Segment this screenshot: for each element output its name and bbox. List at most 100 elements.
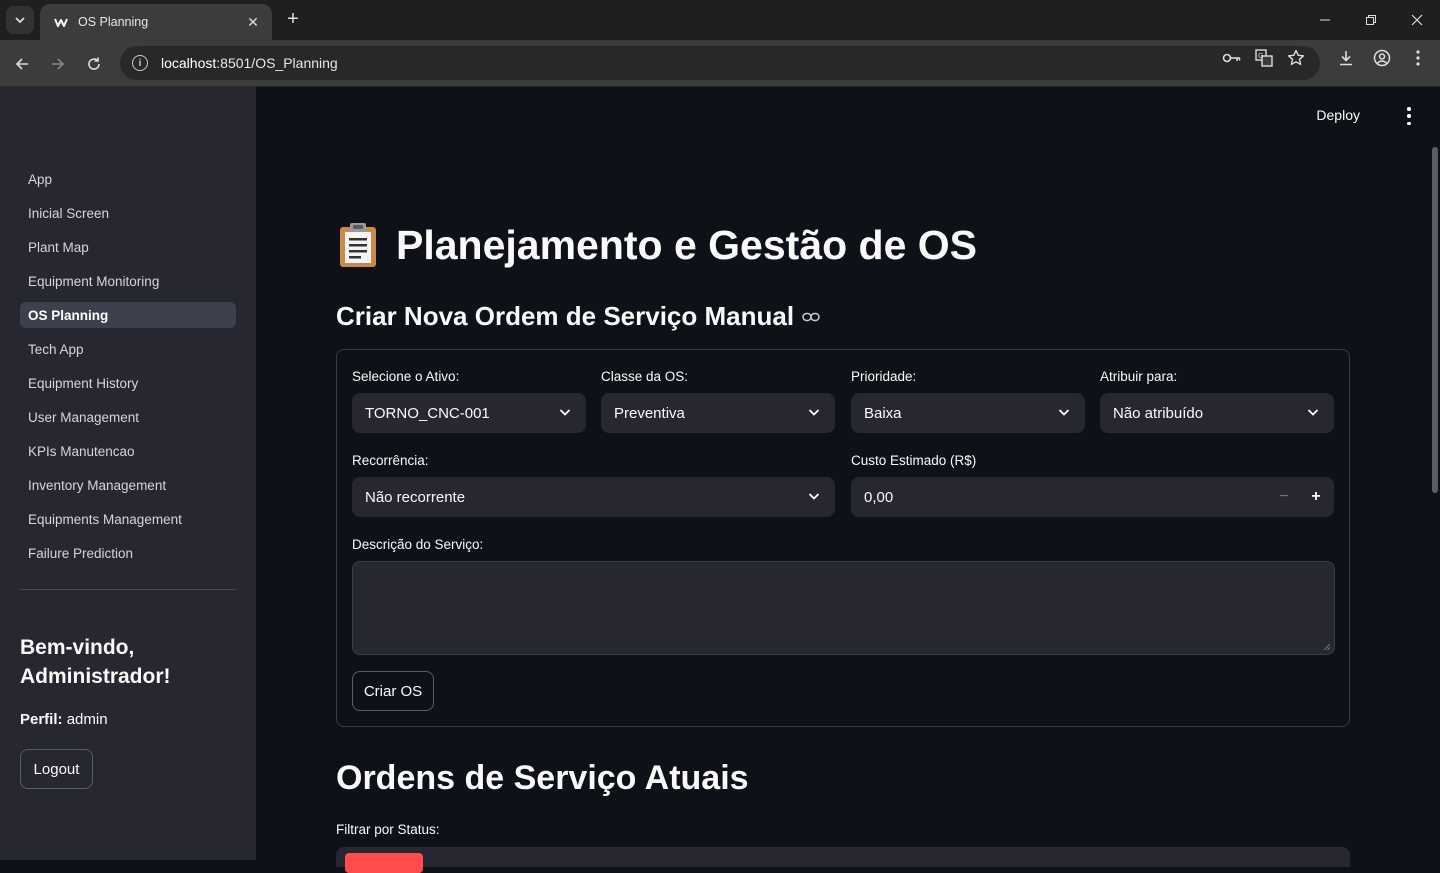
sidebar-item-label: Tech App [28, 341, 84, 357]
status-filter-label: Filtrar por Status: [336, 822, 440, 837]
chevron-down-icon [808, 409, 820, 416]
browser-toolbar: i localhost:8501/OS_Planning G [0, 40, 1440, 87]
sidebar-item-failure-prediction[interactable]: Failure Prediction [20, 540, 236, 566]
browser-menu-icon[interactable] [1408, 48, 1428, 68]
browser-tab[interactable]: OS Planning ✕ [40, 4, 272, 40]
download-icon[interactable] [1336, 48, 1356, 68]
url-text: localhost:8501/OS_Planning [161, 55, 338, 71]
sidebar-item-label: Inventory Management [28, 477, 167, 493]
section-title-text: Criar Nova Ordem de Serviço Manual [336, 301, 795, 331]
sidebar-item-label: Equipment Monitoring [28, 273, 160, 289]
recurrence-selected-value: Não recorrente [365, 488, 466, 506]
assign-selected-value: Não atribuído [1113, 404, 1204, 422]
main-content: Deploy Planejamento e Gestão de OS Criar… [256, 87, 1440, 873]
welcome-heading: Bem-vindo, Administrador! [20, 636, 171, 688]
sidebar-item-label: Inicial Screen [28, 205, 110, 221]
class-selected-value: Preventiva [614, 404, 685, 422]
assign-label: Atribuir para: [1100, 369, 1178, 384]
close-window-icon[interactable] [1394, 0, 1440, 40]
description-label: Descrição do Serviço: [352, 537, 484, 552]
class-select[interactable]: Preventiva [601, 393, 835, 433]
section-title-create: Criar Nova Ordem de Serviço Manual [336, 301, 820, 332]
logout-button[interactable]: Logout [20, 749, 93, 789]
sidebar-item-label: App [28, 171, 53, 187]
description-textarea[interactable] [352, 561, 1335, 655]
decrement-icon[interactable]: − [1268, 477, 1300, 517]
increment-icon[interactable]: + [1300, 477, 1332, 517]
page-title: Planejamento e Gestão de OS [336, 221, 977, 269]
assign-select[interactable]: Não atribuído [1100, 393, 1334, 433]
forward-icon[interactable] [44, 50, 72, 78]
profile-info: Perfil: admin [20, 711, 108, 728]
clipboard-icon [336, 221, 380, 269]
create-os-form: Selecione o Ativo: TORNO_CNC-001 Classe … [336, 349, 1350, 727]
sidebar-item-label: Equipment History [28, 375, 139, 391]
streamlit-favicon-icon [54, 15, 68, 29]
profile-label: Perfil: [20, 711, 63, 728]
sidebar-item-label: Failure Prediction [28, 545, 134, 561]
priority-select[interactable]: Baixa [851, 393, 1085, 433]
chevron-down-icon [559, 409, 571, 416]
chevron-down-icon [808, 493, 820, 500]
tab-title: OS Planning [78, 15, 149, 29]
app-menu-icon[interactable] [1404, 107, 1414, 125]
status-filter-multiselect[interactable] [336, 847, 1350, 873]
translate-icon[interactable]: G [1254, 48, 1274, 68]
sidebar-item-equipments-management[interactable]: Equipments Management [20, 506, 236, 532]
browser-tab-bar: OS Planning ✕ + [0, 0, 1440, 40]
sidebar-item-tech-app[interactable]: Tech App [20, 336, 236, 362]
sidebar-divider [20, 589, 236, 590]
profile-icon[interactable] [1372, 48, 1392, 68]
reload-icon[interactable] [80, 50, 108, 78]
sidebar-item-label: Equipments Management [28, 511, 182, 527]
svg-text:G: G [1258, 52, 1263, 60]
new-tab-icon[interactable]: + [282, 8, 304, 30]
sidebar-item-label: User Management [28, 409, 140, 425]
sidebar: App Inicial Screen Plant Map Equipment M… [0, 87, 256, 860]
sidebar-item-label: Plant Map [28, 239, 89, 255]
scrollbar[interactable] [1432, 147, 1438, 493]
password-key-icon[interactable] [1222, 48, 1242, 68]
sidebar-item-equipment-history[interactable]: Equipment History [20, 370, 236, 396]
chevron-down-icon [1307, 409, 1319, 416]
page-title-text: Planejamento e Gestão de OS [396, 221, 978, 268]
back-icon[interactable] [8, 50, 36, 78]
sidebar-item-app[interactable]: App [20, 166, 236, 192]
sidebar-item-equipment-monitoring[interactable]: Equipment Monitoring [20, 268, 236, 294]
recurrence-label: Recorrência: [352, 453, 429, 468]
recurrence-select[interactable]: Não recorrente [352, 477, 835, 517]
cost-value: 0,00 [864, 488, 894, 506]
cost-number-input[interactable]: 0,00 − + [851, 477, 1334, 517]
minimize-icon[interactable] [1302, 0, 1348, 40]
create-os-button[interactable]: Criar OS [352, 671, 434, 711]
site-info-icon[interactable]: i [132, 55, 148, 71]
orders-section-title: Ordens de Serviço Atuais [336, 759, 749, 797]
priority-label: Prioridade: [851, 369, 917, 384]
asset-label: Selecione o Ativo: [352, 369, 460, 384]
priority-selected-value: Baixa [864, 404, 902, 422]
asset-select[interactable]: TORNO_CNC-001 [352, 393, 586, 433]
anchor-link-icon[interactable] [802, 308, 820, 326]
tab-search-button[interactable] [6, 6, 34, 34]
sidebar-item-user-management[interactable]: User Management [20, 404, 236, 430]
cost-label: Custo Estimado (R$) [851, 453, 977, 468]
sidebar-item-plant-map[interactable]: Plant Map [20, 234, 236, 260]
deploy-button[interactable]: Deploy [1316, 107, 1360, 123]
close-tab-icon[interactable]: ✕ [244, 13, 262, 31]
sidebar-item-label: OS Planning [28, 307, 109, 323]
address-bar[interactable]: i localhost:8501/OS_Planning [120, 46, 1320, 80]
asset-selected-value: TORNO_CNC-001 [365, 404, 490, 422]
class-label: Classe da OS: [601, 369, 689, 384]
status-filter-chip[interactable] [345, 853, 423, 873]
sidebar-item-label: KPIs Manutencao [28, 443, 135, 459]
sidebar-item-os-planning[interactable]: OS Planning [20, 302, 236, 328]
resize-handle-icon[interactable] [1323, 643, 1331, 651]
restore-icon[interactable] [1348, 0, 1394, 40]
profile-value: admin [66, 711, 108, 728]
bookmark-star-icon[interactable] [1286, 48, 1306, 68]
sidebar-item-inicial-screen[interactable]: Inicial Screen [20, 200, 236, 226]
sidebar-item-kpis-manutencao[interactable]: KPIs Manutencao [20, 438, 236, 464]
chevron-down-icon [1058, 409, 1070, 416]
sidebar-item-inventory-management[interactable]: Inventory Management [20, 472, 236, 498]
chevron-down-icon [15, 17, 25, 24]
